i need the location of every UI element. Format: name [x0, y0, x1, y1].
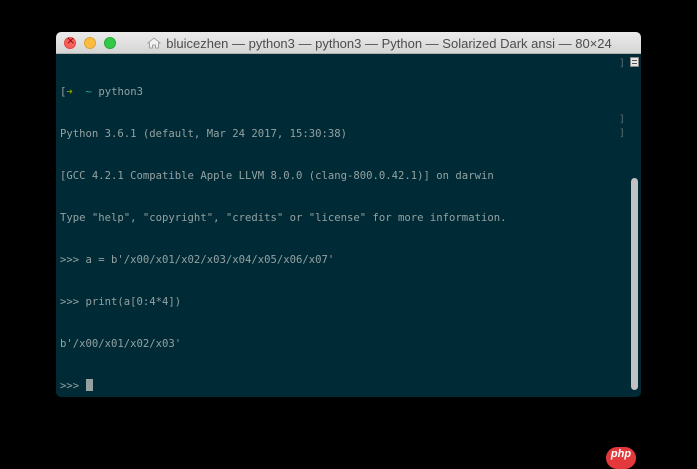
current-prompt-line: >>> — [60, 379, 506, 393]
scrollbar-thumb[interactable] — [631, 178, 638, 390]
terminal-line: Type "help", "copyright", "credits" or "… — [60, 212, 507, 224]
minimize-button[interactable] — [84, 37, 96, 49]
line-mark: ] — [618, 114, 625, 125]
terminal-output: [➜ ~ python3 Python 3.6.1 (default, Mar … — [60, 57, 506, 397]
terminal-line: Python 3.6.1 (default, Mar 24 2017, 15:3… — [60, 128, 348, 140]
home-icon — [147, 37, 162, 49]
line-mark: ] — [618, 58, 625, 69]
terminal-line: b'/x00/x01/x02/x03' — [60, 338, 182, 350]
terminal-line: >>> print(a[0:4*4]) — [60, 296, 182, 308]
prompt-command: python3 — [98, 86, 143, 98]
prompt-directory: ~ — [85, 86, 92, 98]
terminal-line: [GCC 4.2.1 Compatible Apple LLVM 8.0.0 (… — [60, 170, 494, 182]
window-title: bluicezhen — python3 — python3 — Python … — [166, 35, 612, 51]
close-button[interactable] — [64, 34, 76, 49]
prompt-line: [➜ ~ python3 — [60, 85, 506, 99]
text-cursor — [85, 379, 93, 391]
window-title-area: bluicezhen — python3 — python3 — Python … — [124, 32, 635, 54]
zoom-button[interactable] — [104, 37, 116, 49]
line-mark: ] — [618, 128, 625, 139]
terminal-window: bluicezhen — python3 — python3 — Python … — [56, 32, 641, 397]
split-pane-icon[interactable] — [630, 57, 639, 67]
terminal-line: >>> a = b'/x00/x01/x02/x03/x04/x05/x06/x… — [60, 254, 335, 266]
current-prompt: >>> — [60, 380, 86, 392]
title-bar[interactable]: bluicezhen — python3 — python3 — Python … — [56, 32, 641, 54]
terminal-area[interactable]: [➜ ~ python3 Python 3.6.1 (default, Mar … — [56, 54, 641, 397]
scrollbar[interactable] — [628, 68, 641, 397]
watermark-logo: php — [606, 447, 636, 469]
prompt-arrow-icon: ➜ — [66, 86, 73, 98]
